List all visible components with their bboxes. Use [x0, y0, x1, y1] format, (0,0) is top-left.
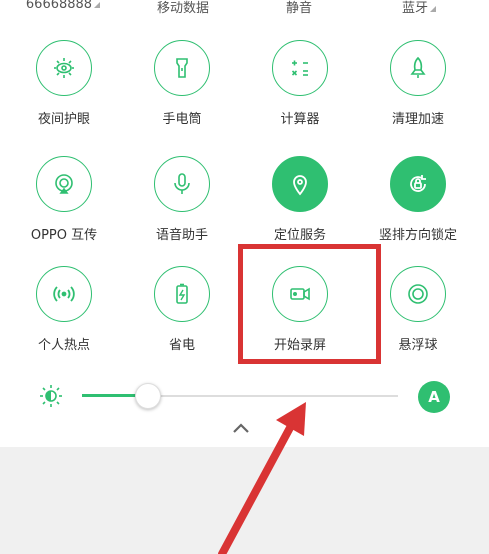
- eye-icon: [36, 40, 92, 96]
- mobile-data-label[interactable]: 移动数据: [128, 0, 238, 16]
- tile-flashlight[interactable]: 手电筒: [122, 40, 242, 140]
- tile-label: 省电: [168, 338, 195, 353]
- tile-label: 计算器: [280, 112, 320, 127]
- mute-label[interactable]: 静音: [244, 0, 354, 16]
- quick-settings-panel: 66668888 移动数据 静音 蓝牙 夜间护眼 手电筒 计算器 清理加速 OP…: [0, 0, 489, 447]
- brightness-slider-row: A: [0, 375, 489, 415]
- tile-cleanup[interactable]: 清理加速: [358, 40, 478, 140]
- share-icon: [36, 156, 92, 212]
- rocket-icon: [390, 40, 446, 96]
- tile-label: 定位服务: [273, 228, 326, 243]
- tile-label: OPPO 互传: [30, 228, 98, 243]
- tile-rotation-lock[interactable]: 竖排方向锁定: [358, 156, 478, 256]
- tile-label: 夜间护眼: [37, 112, 90, 127]
- tile-calculator[interactable]: 计算器: [240, 40, 360, 140]
- location-icon: [272, 156, 328, 212]
- tile-location[interactable]: 定位服务: [240, 156, 360, 256]
- tile-voice-assistant[interactable]: 语音助手: [122, 156, 242, 256]
- tile-label: 清理加速: [391, 112, 444, 127]
- tile-hotspot[interactable]: 个人热点: [4, 266, 124, 366]
- calculator-icon: [272, 40, 328, 96]
- tile-power-saving[interactable]: 省电: [122, 266, 242, 366]
- status-row: 66668888 移动数据 静音 蓝牙: [0, 0, 489, 20]
- microphone-icon: [154, 156, 210, 212]
- rotation-lock-icon: [390, 156, 446, 212]
- bluetooth-label[interactable]: 蓝牙: [364, 0, 474, 16]
- tile-label: 语音助手: [155, 228, 208, 243]
- auto-brightness-button[interactable]: A: [418, 381, 450, 413]
- brightness-icon: [40, 385, 62, 407]
- tile-label: 个人热点: [37, 338, 90, 353]
- flashlight-icon: [154, 40, 210, 96]
- tile-oppo-share[interactable]: OPPO 互传: [4, 156, 124, 256]
- phone-number-label: 66668888: [8, 0, 118, 12]
- floating-ball-icon: [390, 266, 446, 322]
- brightness-thumb[interactable]: [135, 383, 162, 409]
- tile-label: 手电筒: [162, 112, 202, 127]
- battery-icon: [154, 266, 210, 322]
- tile-label: 竖排方向锁定: [378, 228, 457, 243]
- highlight-box: [238, 244, 381, 364]
- hotspot-icon: [36, 266, 92, 322]
- tile-night-eye[interactable]: 夜间护眼: [4, 40, 124, 140]
- chevron-up-icon[interactable]: [230, 420, 252, 436]
